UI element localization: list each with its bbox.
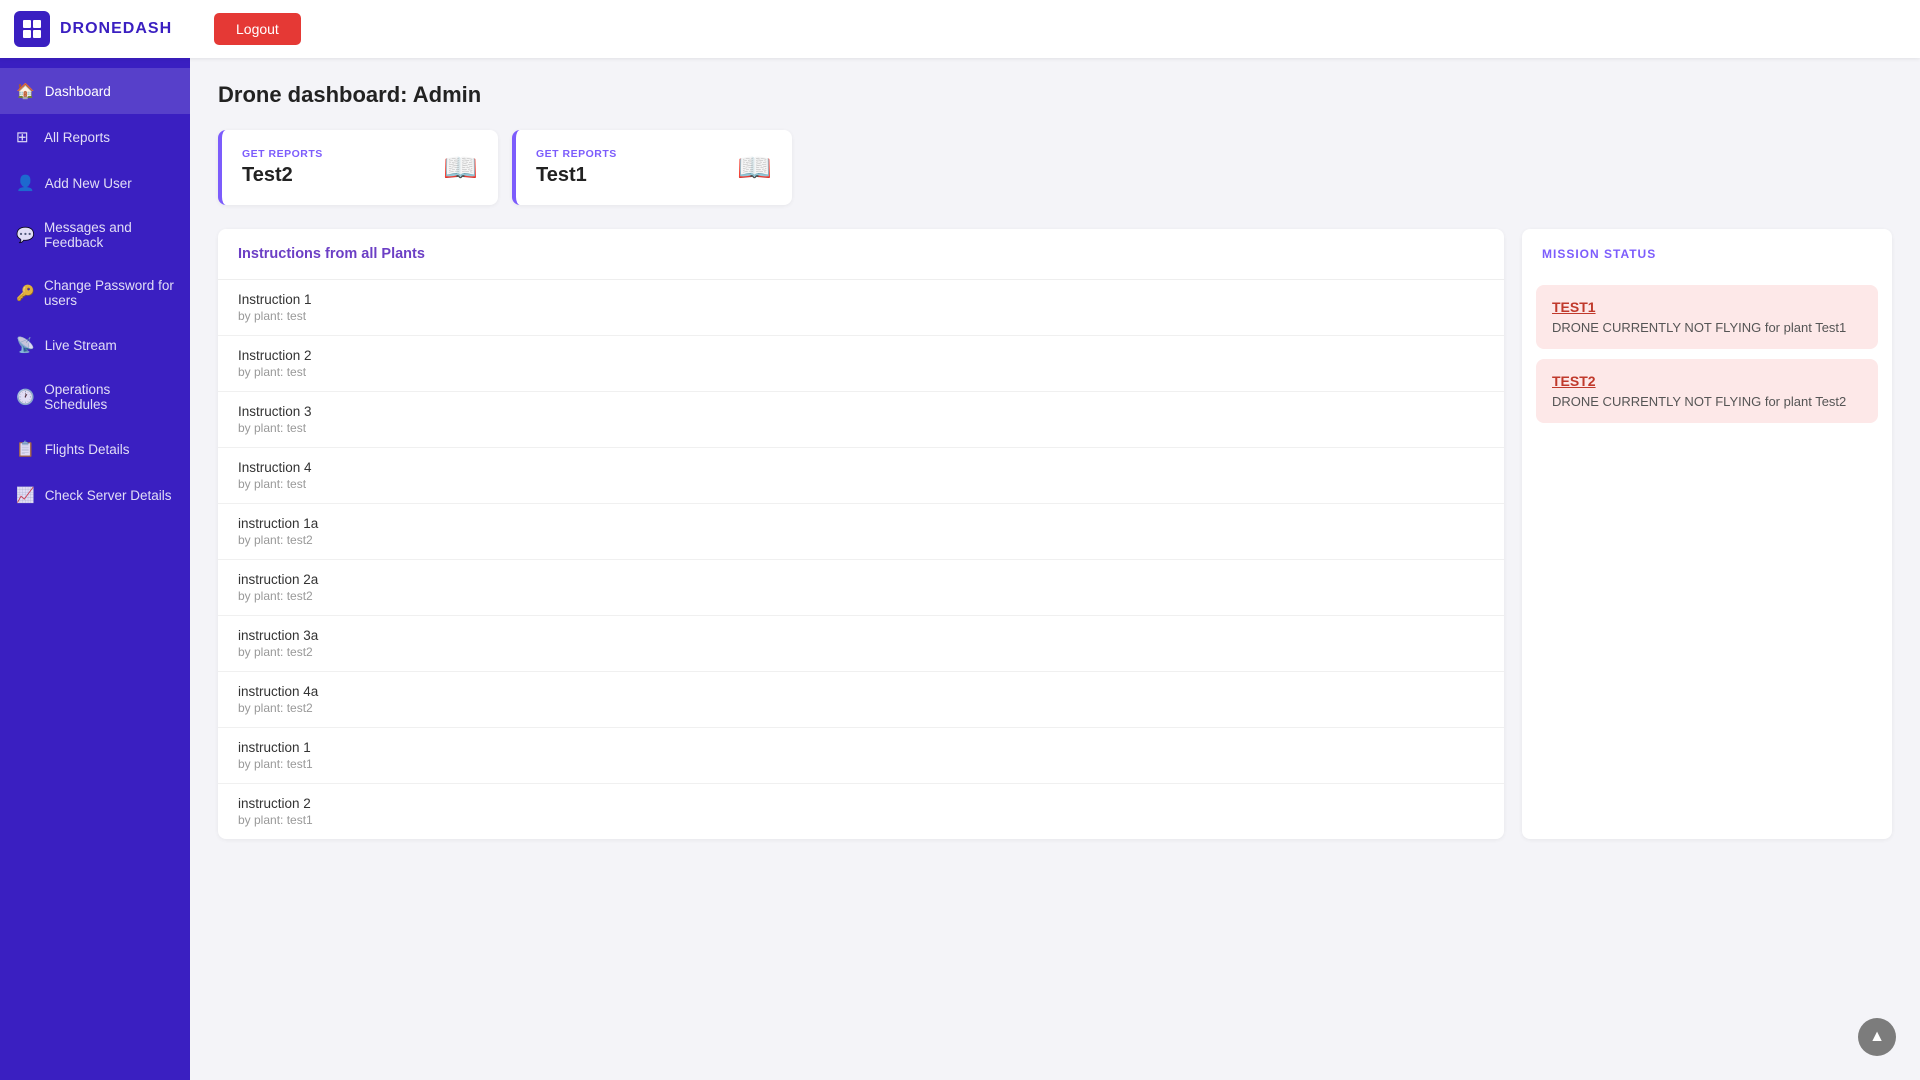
sidebar-item-label-dashboard: Dashboard <box>45 84 111 99</box>
mission-status-title: MISSION STATUS <box>1542 247 1656 261</box>
bottom-section: Instructions from all Plants Instruction… <box>218 229 1892 839</box>
sidebar-item-label-change-password: Change Password for users <box>44 278 174 308</box>
report-card-icon-test1: 📖 <box>737 151 772 184</box>
instruction-plant: by plant: test <box>238 365 1484 379</box>
mission-card: TEST2 DRONE CURRENTLY NOT FLYING for pla… <box>1536 359 1878 423</box>
add-user-icon: 👤 <box>16 174 35 192</box>
instruction-name: instruction 1a <box>238 516 1484 531</box>
report-card-left-test2: GET REPORTS Test2 <box>242 148 323 187</box>
instruction-name: instruction 2 <box>238 796 1484 811</box>
instruction-name: instruction 1 <box>238 740 1484 755</box>
mission-card-id[interactable]: TEST2 <box>1552 373 1862 389</box>
check-server-icon: 📈 <box>16 486 35 504</box>
instruction-name: instruction 2a <box>238 572 1484 587</box>
main-content: Drone dashboard: Admin GET REPORTS Test2… <box>190 58 1920 863</box>
sidebar-item-change-password[interactable]: 🔑 Change Password for users <box>0 264 190 322</box>
brand: DRONEDASH <box>14 11 204 47</box>
sidebar-item-label-flights: Flights Details <box>45 442 130 457</box>
mission-header: MISSION STATUS <box>1522 229 1892 275</box>
instruction-plant: by plant: test2 <box>238 589 1484 603</box>
sidebar-item-label-live-stream: Live Stream <box>45 338 117 353</box>
sidebar-item-label-all-reports: All Reports <box>44 130 110 145</box>
sidebar: 🏠 Dashboard ⊞ All Reports 👤 Add New User… <box>0 58 190 1080</box>
instruction-name: Instruction 4 <box>238 460 1484 475</box>
sidebar-item-label-messages: Messages and Feedback <box>44 220 174 250</box>
instruction-plant: by plant: test2 <box>238 701 1484 715</box>
app-title: DRONEDASH <box>60 20 172 38</box>
instruction-name: Instruction 2 <box>238 348 1484 363</box>
live-stream-icon: 📡 <box>16 336 35 354</box>
instruction-plant: by plant: test1 <box>238 813 1484 827</box>
sidebar-item-label-operations: Operations Schedules <box>44 382 174 412</box>
list-item: instruction 2 by plant: test1 <box>218 784 1504 839</box>
mission-card: TEST1 DRONE CURRENTLY NOT FLYING for pla… <box>1536 285 1878 349</box>
instructions-header: Instructions from all Plants <box>218 229 1504 280</box>
report-card-value-test2: Test2 <box>242 164 323 187</box>
top-bar: DRONEDASH Logout <box>0 0 1920 58</box>
report-cards: GET REPORTS Test2 📖 GET REPORTS Test1 📖 <box>218 130 1892 205</box>
list-item: instruction 1a by plant: test2 <box>218 504 1504 560</box>
mission-card-id[interactable]: TEST1 <box>1552 299 1862 315</box>
list-item: Instruction 3 by plant: test <box>218 392 1504 448</box>
list-item: Instruction 2 by plant: test <box>218 336 1504 392</box>
sidebar-item-messages-feedback[interactable]: 💬 Messages and Feedback <box>0 206 190 264</box>
main-wrapper: Drone dashboard: Admin GET REPORTS Test2… <box>190 58 1920 1080</box>
sidebar-item-all-reports[interactable]: ⊞ All Reports <box>0 114 190 160</box>
report-card-icon-test2: 📖 <box>443 151 478 184</box>
instruction-plant: by plant: test1 <box>238 757 1484 771</box>
instructions-panel: Instructions from all Plants Instruction… <box>218 229 1504 839</box>
report-card-test1[interactable]: GET REPORTS Test1 📖 <box>512 130 792 205</box>
messages-icon: 💬 <box>16 226 34 244</box>
scroll-to-top-button[interactable]: ▲ <box>1858 1018 1896 1056</box>
instruction-plant: by plant: test <box>238 421 1484 435</box>
sidebar-item-check-server[interactable]: 📈 Check Server Details <box>0 472 190 518</box>
instruction-plant: by plant: test2 <box>238 533 1484 547</box>
sidebar-item-dashboard[interactable]: 🏠 Dashboard <box>0 68 190 114</box>
list-item: Instruction 1 by plant: test <box>218 280 1504 336</box>
report-card-test2[interactable]: GET REPORTS Test2 📖 <box>218 130 498 205</box>
instruction-plant: by plant: test <box>238 477 1484 491</box>
instruction-name: Instruction 3 <box>238 404 1484 419</box>
logout-button[interactable]: Logout <box>214 13 301 45</box>
list-item: instruction 4a by plant: test2 <box>218 672 1504 728</box>
instruction-plant: by plant: test <box>238 309 1484 323</box>
sidebar-item-operations-schedules[interactable]: 🕐 Operations Schedules <box>0 368 190 426</box>
operations-icon: 🕐 <box>16 388 34 406</box>
list-item: Instruction 4 by plant: test <box>218 448 1504 504</box>
list-item: instruction 2a by plant: test2 <box>218 560 1504 616</box>
flights-icon: 📋 <box>16 440 35 458</box>
sidebar-item-add-new-user[interactable]: 👤 Add New User <box>0 160 190 206</box>
list-item: instruction 3a by plant: test2 <box>218 616 1504 672</box>
instruction-plant: by plant: test2 <box>238 645 1484 659</box>
dashboard-icon: 🏠 <box>16 82 35 100</box>
brand-icon <box>14 11 50 47</box>
page-title: Drone dashboard: Admin <box>218 82 1892 108</box>
report-card-left-test1: GET REPORTS Test1 <box>536 148 617 187</box>
sidebar-nav: 🏠 Dashboard ⊞ All Reports 👤 Add New User… <box>0 58 190 1080</box>
report-card-value-test1: Test1 <box>536 164 617 187</box>
sidebar-item-label-add-user: Add New User <box>45 176 132 191</box>
instruction-name: instruction 4a <box>238 684 1484 699</box>
report-card-label-test2: GET REPORTS <box>242 148 323 160</box>
all-reports-icon: ⊞ <box>16 128 34 146</box>
instructions-title: Instructions from all Plants <box>238 246 425 262</box>
mission-panel: MISSION STATUS TEST1 DRONE CURRENTLY NOT… <box>1522 229 1892 839</box>
sidebar-item-label-check-server: Check Server Details <box>45 488 172 503</box>
sidebar-item-live-stream[interactable]: 📡 Live Stream <box>0 322 190 368</box>
instruction-name: instruction 3a <box>238 628 1484 643</box>
sidebar-item-flights-details[interactable]: 📋 Flights Details <box>0 426 190 472</box>
mission-card-status: DRONE CURRENTLY NOT FLYING for plant Tes… <box>1552 320 1862 335</box>
instruction-name: Instruction 1 <box>238 292 1484 307</box>
instructions-list: Instruction 1 by plant: testInstruction … <box>218 280 1504 839</box>
mission-card-status: DRONE CURRENTLY NOT FLYING for plant Tes… <box>1552 394 1862 409</box>
change-password-icon: 🔑 <box>16 284 34 302</box>
mission-list: TEST1 DRONE CURRENTLY NOT FLYING for pla… <box>1522 285 1892 423</box>
list-item: instruction 1 by plant: test1 <box>218 728 1504 784</box>
report-card-label-test1: GET REPORTS <box>536 148 617 160</box>
